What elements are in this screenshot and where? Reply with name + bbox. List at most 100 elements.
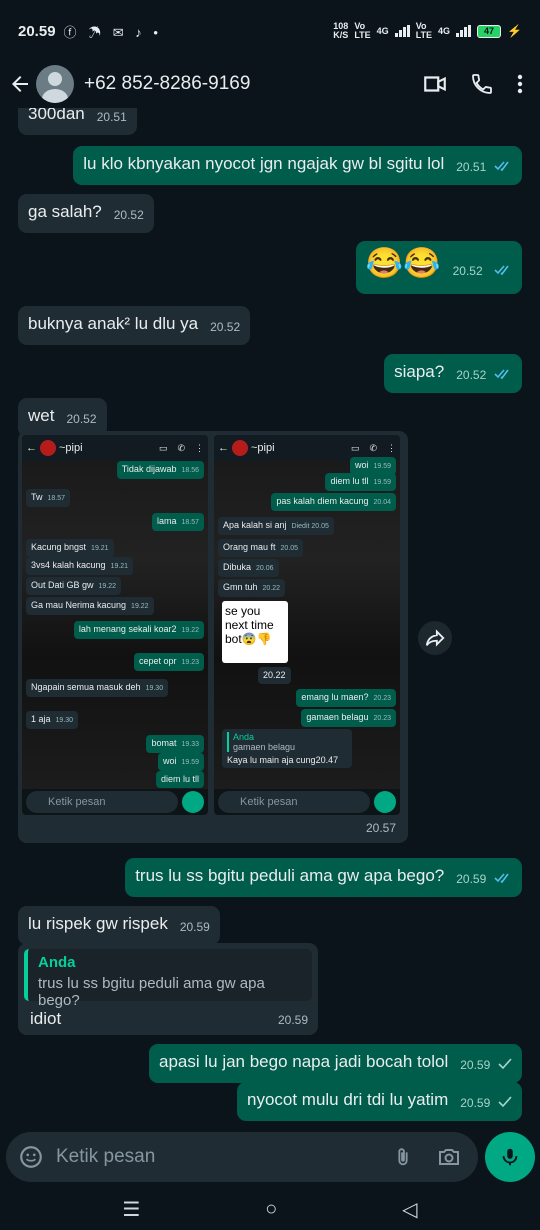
message-text: lu rispek gw rispek: [28, 914, 168, 933]
message-time: 20.51: [456, 160, 487, 174]
signal-icon-2: [456, 25, 472, 37]
screenshot-image[interactable]: ← ~pipi ▭ ✆ ⋮ woi 19.59 diem lu tll 19.59 pa…: [214, 435, 400, 815]
message-outgoing[interactable]: apasi lu jan bego napa jadi bocah tolol 2…: [149, 1044, 522, 1083]
mini-input: Ketik pesan: [218, 791, 370, 813]
mini-bubble: Apa kalah si anj Diedit 20.05: [218, 517, 334, 535]
quoted-message[interactable]: Anda trus lu ss bgitu peduli ama gw apa …: [24, 949, 312, 1009]
mini-bubble: emang lu maen? 20.23: [296, 689, 396, 707]
status-time: 20.59: [18, 22, 56, 40]
read-receipt-icon: [494, 161, 509, 172]
mini-bubble: gamaen belagu 20.23: [301, 709, 396, 727]
mini-avatar: [232, 440, 248, 456]
message-time: 20.52: [210, 320, 241, 334]
message-text: apasi lu jan bego napa jadi bocah tolol: [159, 1052, 449, 1071]
mini-bubble: diem lu tll 19.59: [325, 473, 396, 491]
forward-icon: [425, 629, 445, 647]
mini-bubble: bomat 19.33: [146, 735, 204, 753]
image-album[interactable]: ← ~pipi ▭ ✆ ⋮ Tidak dijawab 18.56 Tw 18.57 l…: [18, 431, 408, 843]
message-outgoing[interactable]: 😂😂 20.52: [355, 241, 522, 294]
read-receipt-icon: [494, 265, 509, 276]
message-time: 20.52: [113, 208, 144, 222]
message-incoming[interactable]: lu rispek gw rispek 20.59: [18, 906, 220, 945]
message-time: 20.57: [365, 821, 396, 835]
mini-bubble: pas kalah diem kacung 20.04: [271, 493, 396, 511]
message-incoming[interactable]: buknya anak² lu dlu ya 20.52: [18, 306, 251, 345]
read-receipt-icon: [494, 369, 509, 380]
message-outgoing[interactable]: trus lu ss bgitu peduli ama gw apa bego?…: [125, 858, 522, 897]
mini-avatar: [40, 440, 56, 456]
home-icon[interactable]: ○: [265, 1198, 277, 1221]
mini-bubble: Gmn tuh 20.22: [218, 579, 286, 597]
network-type-2: 4G: [438, 25, 451, 36]
mini-bubble: diem lu tll: [155, 771, 204, 788]
mini-chat: woi 19.59 diem lu tll 19.59 pas kalah diem…: [214, 457, 400, 789]
mini-header-icons: ▭ ✆ ⋮: [350, 442, 396, 453]
mini-bubble: Ngapain semua masuk deh 19.30: [26, 679, 169, 697]
message-input[interactable]: Ketik pesan: [6, 1132, 478, 1182]
mini-chat: Tidak dijawab 18.56 Tw 18.57 lama 18.57 Kac…: [22, 461, 208, 789]
avatar[interactable]: [36, 65, 74, 103]
mini-quote-bubble: Anda gamaen belagu Kaya lu main aja cung2…: [222, 729, 352, 768]
mini-mic-icon: [182, 791, 204, 813]
message-time: 20.59: [460, 1058, 491, 1072]
chat-header: +62 852-8286-9169: [0, 62, 540, 106]
sticker-image: se you next time bot😨👎: [222, 601, 288, 663]
voice-call-icon[interactable]: [470, 72, 494, 96]
volte-2: Vo LTE: [415, 21, 433, 40]
message-text: 😂😂: [365, 247, 441, 280]
more-options-icon[interactable]: [516, 72, 524, 96]
message-time: 20.59: [460, 1096, 491, 1110]
mini-back-icon: ←: [218, 442, 229, 454]
mini-header-icons: ▭ ✆ ⋮: [158, 442, 204, 453]
chat-area[interactable]: 300dan 20.51 lu klo kbnyakan nyocot jgn n…: [0, 108, 540, 1130]
quote-author: Anda: [38, 954, 76, 971]
reply-message[interactable]: Anda trus lu ss bgitu peduli ama gw apa …: [18, 943, 318, 1035]
message-text: 300dan: [28, 108, 85, 123]
message-time: 20.59: [456, 872, 487, 886]
video-call-icon[interactable]: [422, 71, 448, 97]
signal-icon: [394, 25, 410, 37]
mini-bubble: Tidak dijawab 18.56: [116, 461, 204, 479]
sent-tick-icon: [498, 1058, 512, 1070]
message-time: 20.59: [277, 1013, 308, 1027]
input-actions: [392, 1144, 466, 1170]
message-incoming[interactable]: ga salah? 20.52: [18, 194, 154, 233]
sticker-icon[interactable]: [18, 1144, 44, 1170]
mini-back-icon: ←: [26, 442, 37, 454]
mini-bubble: Out Dati GB gw 19.22: [26, 577, 122, 595]
mini-bubble: Tw 18.57: [26, 489, 71, 507]
mini-mic-icon: [374, 791, 396, 813]
message-text: siapa?: [394, 362, 445, 381]
message-text: nyocot mulu dri tdi lu yatim: [246, 1090, 449, 1109]
battery-icon: 47: [477, 24, 502, 38]
screenshot-image[interactable]: ← ~pipi ▭ ✆ ⋮ Tidak dijawab 18.56 Tw 18.57 l…: [22, 435, 208, 815]
volte-1: Vo LTE: [354, 21, 371, 40]
camera-icon[interactable]: [436, 1145, 462, 1169]
reply-text: idiot: [30, 1009, 62, 1028]
composer: Ketik pesan: [0, 1130, 540, 1188]
attachment-icon[interactable]: [392, 1144, 414, 1170]
charging-icon: ⚡: [507, 24, 522, 38]
recent-apps-icon[interactable]: ☰: [122, 1197, 140, 1222]
message-outgoing[interactable]: siapa? 20.52: [384, 354, 522, 393]
mic-button[interactable]: [485, 1132, 535, 1182]
message-outgoing[interactable]: nyocot mulu dri tdi lu yatim 20.59: [236, 1082, 522, 1121]
message-text: ga salah?: [28, 202, 102, 221]
back-arrow-icon[interactable]: [8, 72, 32, 96]
mini-bubble: cepet opr 19.23: [133, 653, 204, 671]
mini-bubble: 1 aja 19.30: [26, 711, 79, 729]
input-placeholder: Ketik pesan: [56, 1146, 156, 1167]
mini-bubble: woi 19.59: [157, 753, 204, 771]
status-indicators: 108 K/S Vo LTE 4G Vo LTE 4G 47 ⚡: [333, 22, 522, 40]
network-type-1: 4G: [376, 25, 389, 36]
message-time: 20.52: [66, 412, 97, 426]
message-outgoing[interactable]: lu klo kbnyakan nyocot jgn ngajak gw bl …: [73, 146, 522, 185]
header-actions: [422, 71, 532, 97]
sent-tick-icon: [498, 1096, 512, 1108]
contact-name[interactable]: +62 852-8286-9169: [84, 73, 250, 95]
network-speed: 108 K/S: [333, 21, 349, 40]
back-nav-icon[interactable]: ◁: [402, 1197, 417, 1222]
message-incoming[interactable]: 300dan 20.51: [18, 108, 137, 135]
microphone-icon: [502, 1148, 518, 1166]
forward-button[interactable]: [418, 621, 452, 655]
